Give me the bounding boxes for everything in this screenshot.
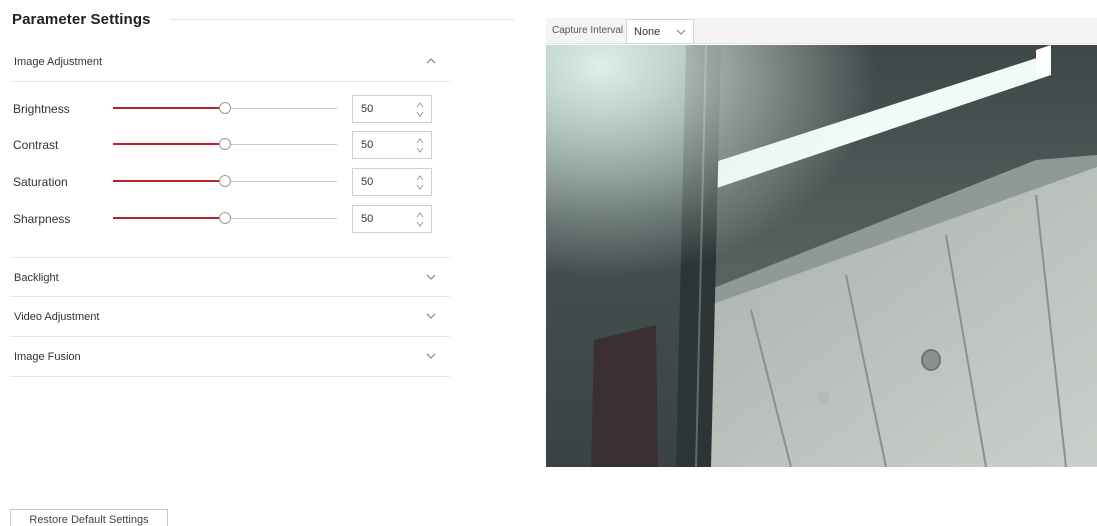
spinner-arrows-icon[interactable] [415,173,425,193]
capture-interval-select[interactable]: None [626,19,694,44]
capture-interval-value: None [634,26,661,38]
contrast-row: Contrast 50 [10,130,450,160]
chevron-down-icon [675,26,687,38]
brightness-value: 50 [361,103,374,115]
sharpness-slider-fill [113,217,225,219]
saturation-slider-thumb[interactable] [219,175,231,187]
sharpness-slider[interactable] [113,212,337,224]
brightness-slider-fill [113,107,225,109]
camera-feed-image [546,45,1097,467]
contrast-slider-thumb[interactable] [219,138,231,150]
saturation-input[interactable]: 50 [352,168,432,196]
section-video-adjustment[interactable]: Video Adjustment [10,297,450,337]
chevron-down-icon [424,349,438,363]
contrast-slider[interactable] [113,138,337,150]
brightness-slider[interactable] [113,102,337,114]
section-label: Backlight [14,272,59,284]
chevron-down-icon [424,270,438,284]
section-label: Video Adjustment [14,311,100,323]
sharpness-value: 50 [361,213,374,225]
capture-interval-label: Capture Interval [552,25,624,36]
section-label: Image Fusion [14,351,81,363]
sharpness-label: Sharpness [13,212,71,226]
live-video-preview[interactable] [546,45,1097,467]
sharpness-row: Sharpness 50 [10,204,450,234]
spinner-arrows-icon[interactable] [415,100,425,120]
contrast-slider-fill [113,143,225,145]
section-image-adjustment[interactable]: Image Adjustment [10,42,450,82]
section-label: Image Adjustment [14,56,103,68]
preview-toolbar: Capture Interval None [546,18,1097,44]
section-image-fusion[interactable]: Image Fusion [10,337,450,377]
page-title: Parameter Settings [12,11,151,28]
brightness-input[interactable]: 50 [352,95,432,123]
section-backlight[interactable]: Backlight [10,257,450,297]
spinner-arrows-icon[interactable] [415,136,425,156]
title-divider [170,19,514,20]
saturation-value: 50 [361,176,374,188]
contrast-input[interactable]: 50 [352,131,432,159]
brightness-row: Brightness 50 [10,94,450,124]
brightness-label: Brightness [13,102,70,116]
contrast-value: 50 [361,139,374,151]
saturation-slider[interactable] [113,175,337,187]
restore-default-settings-button[interactable]: Restore Default Settings [10,509,168,526]
saturation-label: Saturation [13,175,68,189]
sharpness-slider-thumb[interactable] [219,212,231,224]
brightness-slider-thumb[interactable] [219,102,231,114]
sharpness-input[interactable]: 50 [352,205,432,233]
saturation-row: Saturation 50 [10,167,450,197]
chevron-down-icon [424,309,438,323]
chevron-up-icon [424,54,438,68]
spinner-arrows-icon[interactable] [415,210,425,230]
contrast-label: Contrast [13,138,59,152]
saturation-slider-fill [113,180,225,182]
